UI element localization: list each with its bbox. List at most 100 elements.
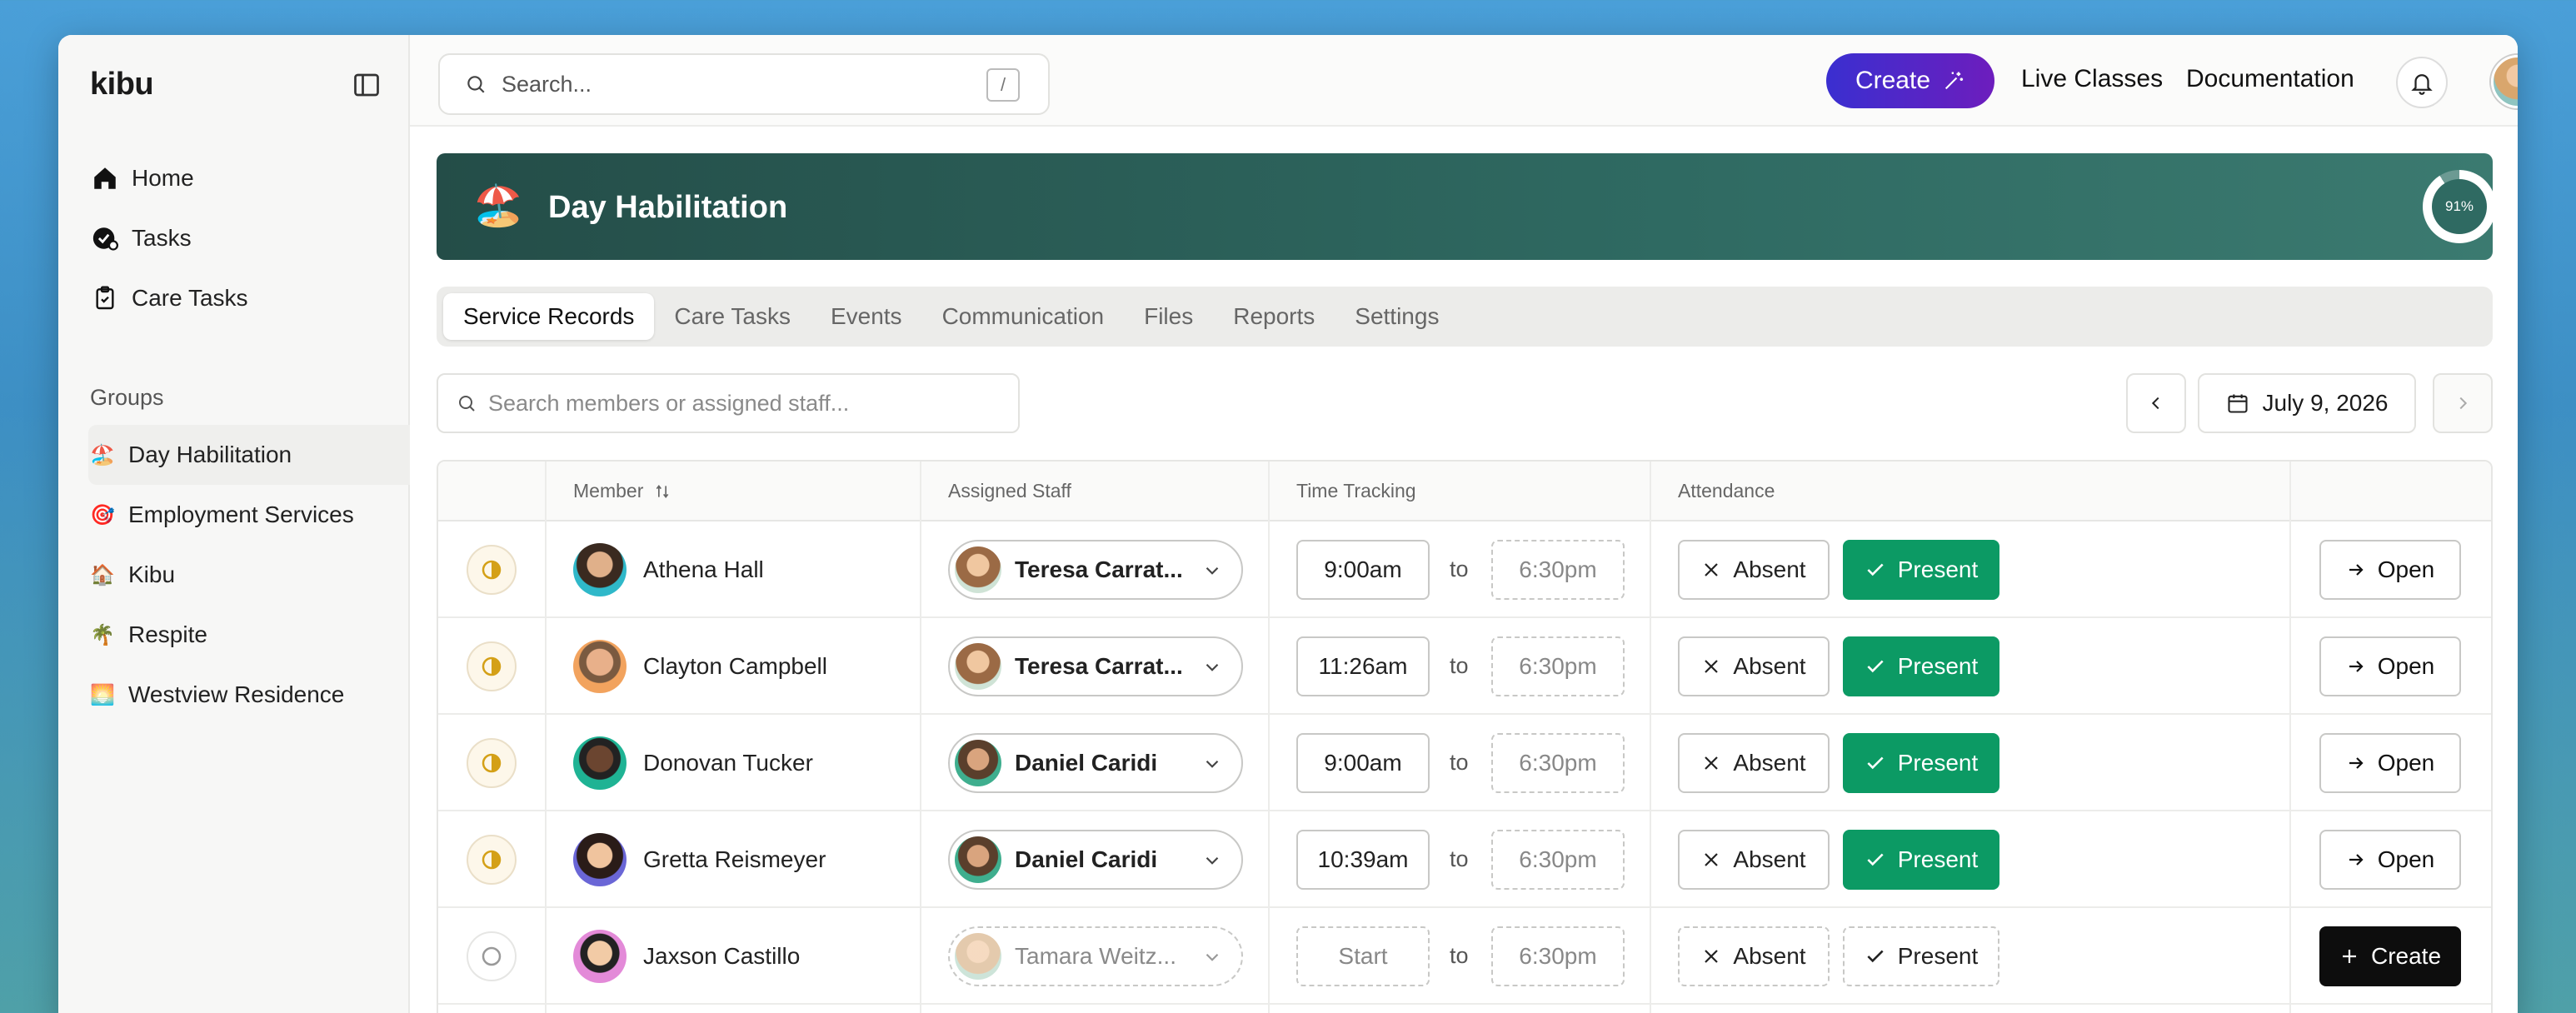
member-name[interactable]: Jaxson Castillo — [643, 943, 800, 970]
end-time-input[interactable]: 6:30pm — [1491, 926, 1625, 986]
beach-icon: 🏖️ — [473, 184, 523, 228]
assigned-staff-select[interactable]: Teresa Carrat... — [948, 636, 1243, 696]
magic-wand-icon — [1944, 72, 1964, 90]
tab-communication[interactable]: Communication — [922, 293, 1125, 340]
live-classes-link[interactable]: Live Classes — [2021, 65, 2163, 93]
absent-button[interactable]: Absent — [1678, 926, 1830, 986]
tab-settings[interactable]: Settings — [1335, 293, 1459, 340]
start-time-input[interactable]: 10:39am — [1296, 830, 1430, 890]
present-button[interactable]: Present — [1843, 926, 1999, 986]
service-records-table: Member Assigned Staff Time Tracking Atte… — [437, 460, 2493, 1013]
assigned-staff-select[interactable]: Daniel Caridi — [948, 733, 1243, 793]
create-record-button[interactable]: Create — [2319, 926, 2461, 986]
sidebar-item-day-habilitation[interactable]: 🏖️ Day Habilitation — [88, 425, 410, 485]
table-row: Clayton Campbell Teresa Carrat... 11:26a… — [438, 618, 2491, 715]
sidebar-item-employment-services[interactable]: 🎯 Employment Services — [88, 485, 410, 545]
create-button[interactable]: Create — [1826, 53, 1994, 108]
tab-events[interactable]: Events — [811, 293, 922, 340]
nav-item-tasks[interactable]: Tasks — [88, 208, 388, 268]
global-search-input[interactable]: Search... / — [438, 53, 1050, 115]
staff-name: Daniel Caridi — [1015, 750, 1158, 776]
start-time-input[interactable]: 11:26am — [1296, 636, 1430, 696]
assigned-staff-select[interactable]: Daniel Caridi — [948, 830, 1243, 890]
member-name[interactable]: Gretta Reismeyer — [643, 846, 826, 873]
search-shortcut-badge: / — [986, 68, 1020, 102]
x-icon — [1705, 853, 1719, 866]
chevron-down-icon — [1206, 760, 1219, 768]
tab-service-records[interactable]: Service Records — [443, 293, 655, 340]
arrow-right-icon — [2349, 564, 2364, 576]
absent-label: Absent — [1733, 556, 1806, 582]
start-time-input[interactable]: 9:00am — [1296, 733, 1430, 793]
search-icon — [459, 396, 475, 412]
table-row: Athena Hall Teresa Carrat... 9:00am to 6… — [438, 521, 2491, 618]
column-header-time: Time Tracking — [1296, 480, 1416, 502]
end-time-input[interactable]: 6:30pm — [1491, 830, 1625, 890]
time-separator: to — [1450, 750, 1469, 775]
tab-files[interactable]: Files — [1124, 293, 1213, 340]
status-half-icon[interactable] — [467, 835, 517, 885]
member-name[interactable]: Clayton Campbell — [643, 653, 827, 680]
absent-button[interactable]: Absent — [1678, 830, 1830, 890]
date-picker-button[interactable]: July 9, 2026 — [2198, 373, 2416, 433]
member-name[interactable]: Athena Hall — [643, 556, 764, 583]
chevron-down-icon — [1206, 953, 1219, 961]
assigned-staff-select[interactable]: Teresa Carrat... — [948, 540, 1243, 600]
home-icon — [90, 163, 120, 193]
nav-item-home[interactable]: Home — [88, 148, 388, 208]
absent-button[interactable]: Absent — [1678, 636, 1830, 696]
status-half-icon[interactable] — [467, 545, 517, 595]
present-button[interactable]: Present — [1843, 540, 1999, 600]
nav-item-care-tasks[interactable]: Care Tasks — [88, 268, 388, 328]
check-icon — [1867, 660, 1884, 673]
notifications-bell-icon[interactable] — [2396, 57, 2448, 108]
tab-reports[interactable]: Reports — [1213, 293, 1335, 340]
group-label: Westview Residence — [128, 681, 345, 707]
present-label: Present — [1897, 556, 1979, 582]
end-time-input[interactable]: 6:30pm — [1491, 540, 1625, 600]
absent-button[interactable]: Absent — [1678, 540, 1830, 600]
present-button[interactable]: Present — [1843, 830, 1999, 890]
user-avatar[interactable] — [2491, 55, 2518, 108]
table-header: Member Assigned Staff Time Tracking Atte… — [438, 462, 2491, 521]
nav-item-label: Home — [132, 165, 194, 191]
end-time-input[interactable]: 6:30pm — [1491, 636, 1625, 696]
assigned-staff-select[interactable]: Tamara Weitz... — [948, 926, 1243, 986]
target-icon: 🎯 — [90, 503, 115, 526]
status-half-icon[interactable] — [467, 738, 517, 788]
member-name[interactable]: Donovan Tucker — [643, 750, 813, 776]
end-time-input[interactable]: 6:30pm — [1491, 733, 1625, 793]
groups-list: 🏖️ Day Habilitation 🎯 Employment Service… — [88, 425, 410, 725]
sidebar-item-respite[interactable]: 🌴 Respite — [88, 605, 410, 665]
present-button[interactable]: Present — [1843, 733, 1999, 793]
column-header-member[interactable]: Member — [573, 480, 671, 502]
check-icon — [1867, 563, 1884, 576]
start-time-input[interactable]: 9:00am — [1296, 540, 1430, 600]
tab-care-tasks[interactable]: Care Tasks — [654, 293, 811, 340]
member-search-input[interactable]: Search members or assigned staff... — [437, 373, 1020, 433]
open-label: Open — [2377, 556, 2435, 582]
open-button[interactable]: Open — [2319, 636, 2461, 696]
sidebar-item-kibu[interactable]: 🏠 Kibu — [88, 545, 410, 605]
open-button[interactable]: Open — [2319, 733, 2461, 793]
start-time-input[interactable]: Start — [1296, 926, 1430, 986]
present-button[interactable]: Present — [1843, 636, 1999, 696]
status-empty-icon[interactable] — [467, 931, 517, 981]
open-button[interactable]: Open — [2319, 540, 2461, 600]
open-button[interactable]: Open — [2319, 830, 2461, 890]
staff-avatar — [955, 933, 1001, 980]
sidebar-toggle-icon[interactable] — [352, 70, 382, 100]
absent-button[interactable]: Absent — [1678, 733, 1830, 793]
previous-date-button[interactable] — [2126, 373, 2186, 433]
next-date-button[interactable] — [2433, 373, 2493, 433]
sidebar-item-westview-residence[interactable]: 🌅 Westview Residence — [88, 665, 410, 725]
absent-label: Absent — [1733, 943, 1806, 969]
staff-avatar — [955, 546, 1001, 593]
present-label: Present — [1897, 653, 1979, 679]
member-avatar — [573, 543, 627, 596]
status-half-icon[interactable] — [467, 641, 517, 691]
absent-label: Absent — [1733, 750, 1806, 776]
staff-avatar — [955, 740, 1001, 786]
chevron-right-icon — [2459, 397, 2468, 410]
documentation-link[interactable]: Documentation — [2186, 65, 2354, 93]
